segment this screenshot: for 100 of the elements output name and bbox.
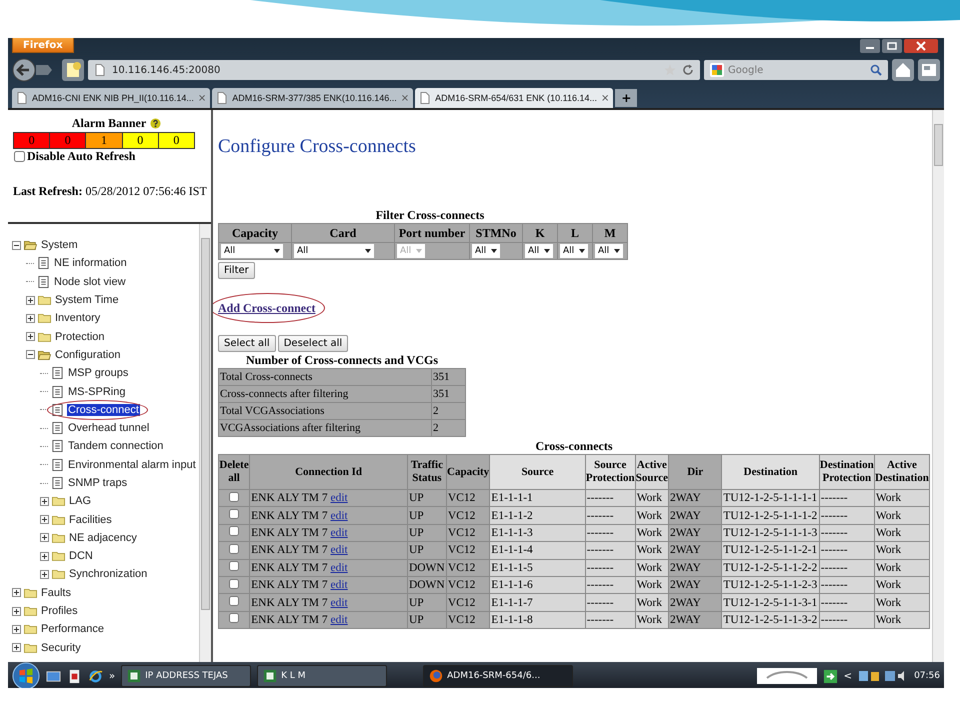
- dropdown-arrow-icon: [365, 249, 371, 253]
- tree-item[interactable]: Profiles: [40, 605, 79, 618]
- home-icon[interactable]: [892, 59, 914, 81]
- expand-icon[interactable]: [12, 643, 21, 652]
- browser-tab[interactable]: ADM16-CNI ENK NIB PH_II(10.116.14... ×: [12, 88, 210, 108]
- tree-item[interactable]: SNMP traps: [67, 477, 128, 489]
- tab-close-button[interactable]: ×: [400, 92, 410, 104]
- checkbox[interactable]: [229, 492, 240, 502]
- scrollbar[interactable]: [932, 110, 944, 662]
- tree-item[interactable]: NE adjacency: [68, 532, 138, 544]
- bookmarks-icon[interactable]: [918, 59, 940, 81]
- maximize-icon[interactable]: [882, 39, 902, 53]
- checkbox[interactable]: [229, 544, 240, 554]
- expand-icon[interactable]: [26, 332, 35, 342]
- alarm-count: 0: [50, 133, 86, 148]
- dropdown[interactable]: All: [294, 244, 374, 258]
- tree-item[interactable]: Security: [40, 642, 82, 654]
- checkbox[interactable]: [229, 509, 240, 520]
- table-cell: VCGAssociations after filtering: [219, 420, 431, 436]
- edit-link[interactable]: edit: [330, 579, 348, 592]
- edit-link[interactable]: edit: [330, 614, 348, 626]
- dropdown[interactable]: All: [472, 244, 500, 258]
- expand-icon[interactable]: [12, 624, 21, 634]
- overflow-button[interactable]: »: [109, 670, 116, 682]
- expand-icon[interactable]: [26, 296, 35, 305]
- tree-item[interactable]: Tandem connection: [67, 440, 164, 452]
- dropdown[interactable]: All: [221, 244, 283, 258]
- edit-link[interactable]: edit: [330, 544, 348, 556]
- collapse-icon[interactable]: [12, 240, 21, 250]
- tree-item[interactable]: System Time: [54, 294, 120, 306]
- expand-icon[interactable]: [12, 588, 21, 598]
- select-button[interactable]: Select all: [218, 335, 276, 352]
- edit-link[interactable]: edit: [330, 526, 348, 539]
- dropdown[interactable]: All: [595, 244, 623, 258]
- select-button[interactable]: Deselect all: [278, 335, 348, 352]
- tree-item[interactable]: DCN: [68, 550, 94, 562]
- tree-item[interactable]: Synchronization: [68, 568, 148, 580]
- dropdown[interactable]: All: [525, 244, 553, 258]
- table-cell: -------: [586, 507, 635, 524]
- tree-item[interactable]: System: [40, 239, 79, 252]
- tree-item[interactable]: LAG: [68, 495, 92, 508]
- collapse-icon[interactable]: [26, 350, 35, 360]
- tree-item[interactable]: Configuration: [54, 348, 122, 361]
- search-field[interactable]: Google: [704, 60, 888, 80]
- checkbox[interactable]: [229, 578, 240, 589]
- tree-item[interactable]: MS-SPRing: [67, 386, 126, 398]
- minimize-icon[interactable]: [860, 39, 880, 53]
- add-cross-connect-link[interactable]: Add Cross-connect: [218, 301, 316, 315]
- tree-item[interactable]: Cross-connect: [67, 404, 140, 416]
- taskbar-button[interactable]: IP ADDRESS TEJAS: [121, 665, 252, 687]
- tab-close-button[interactable]: ×: [198, 92, 206, 104]
- edit-link[interactable]: edit: [330, 562, 348, 574]
- checkbox[interactable]: [229, 613, 240, 624]
- tree-item[interactable]: Node slot view: [53, 276, 127, 288]
- tree-item[interactable]: Faults: [40, 586, 72, 599]
- help-icon[interactable]: [150, 118, 162, 129]
- tree-item[interactable]: NE information: [53, 257, 128, 270]
- tree-item[interactable]: Environmental alarm input: [67, 458, 197, 471]
- expand-icon[interactable]: [40, 496, 49, 506]
- edit-link[interactable]: edit: [330, 510, 348, 522]
- table-cell: DOWN: [408, 560, 446, 576]
- expand-icon[interactable]: [40, 570, 49, 579]
- tree-item[interactable]: Performance: [40, 623, 105, 636]
- reload-icon[interactable]: [682, 64, 694, 76]
- tree-item[interactable]: Inventory: [54, 312, 102, 324]
- expand-icon[interactable]: [26, 314, 35, 323]
- new-tab-button[interactable]: +: [615, 89, 638, 107]
- dropdown[interactable]: All: [560, 244, 588, 258]
- edit-link[interactable]: edit: [330, 596, 348, 609]
- taskbar-button[interactable]: K L M: [257, 665, 388, 687]
- show-hidden-icons-button[interactable]: <: [844, 670, 852, 682]
- tab-close-button[interactable]: ×: [601, 92, 610, 104]
- checkbox[interactable]: [229, 561, 240, 572]
- taskbar-button[interactable]: ADM16-SRM-654/6...: [423, 665, 574, 687]
- browser-icon[interactable]: [88, 668, 103, 684]
- dropdown-arrow-icon: [416, 249, 422, 253]
- checkbox[interactable]: [229, 596, 240, 606]
- tree-item[interactable]: Protection: [54, 330, 106, 343]
- tree-item[interactable]: Facilities: [68, 514, 113, 526]
- checkbox[interactable]: [229, 526, 240, 536]
- expand-icon[interactable]: [40, 552, 49, 561]
- address-bar[interactable]: 10.116.146.45:20080: [88, 60, 700, 80]
- expand-icon[interactable]: [40, 533, 49, 542]
- close-icon[interactable]: [904, 39, 938, 53]
- filter-button[interactable]: Filter: [218, 262, 255, 279]
- browser-tab[interactable]: ADM16-SRM-377/385 ENK(10.116.146... ×: [212, 88, 414, 108]
- pdf-icon[interactable]: [67, 668, 82, 684]
- scrollbar[interactable]: [199, 224, 211, 662]
- browser-tab[interactable]: ADM16-SRM-654/631 ENK (10.116.14... ×: [415, 88, 614, 108]
- tree-item[interactable]: Overhead tunnel: [67, 422, 150, 434]
- search-icon[interactable]: [870, 64, 882, 76]
- table-cell: -------: [820, 612, 874, 628]
- expand-icon[interactable]: [12, 606, 21, 616]
- start-icon[interactable]: [12, 662, 40, 688]
- checkbox[interactable]: [14, 151, 25, 162]
- edit-link[interactable]: edit: [330, 492, 348, 504]
- desktop-icon[interactable]: [46, 668, 61, 684]
- page-icon[interactable]: [62, 59, 84, 81]
- tree-item[interactable]: MSP groups: [67, 367, 130, 380]
- expand-icon[interactable]: [40, 515, 49, 524]
